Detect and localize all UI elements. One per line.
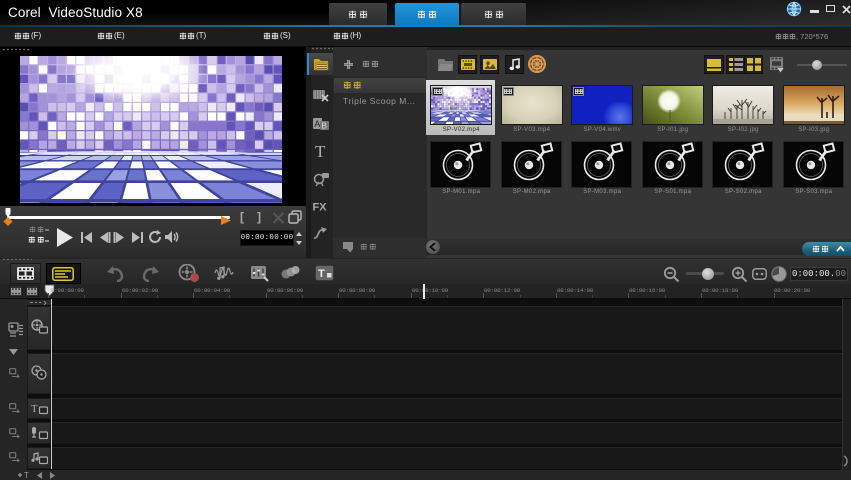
svg-text:A: A: [314, 119, 320, 129]
svg-text:T: T: [315, 142, 326, 160]
svg-text:FX: FX: [313, 202, 328, 214]
svg-text:T: T: [24, 471, 29, 479]
svg-text:T: T: [31, 403, 38, 415]
svg-text:T: T: [318, 268, 325, 280]
svg-text:B: B: [322, 122, 327, 131]
